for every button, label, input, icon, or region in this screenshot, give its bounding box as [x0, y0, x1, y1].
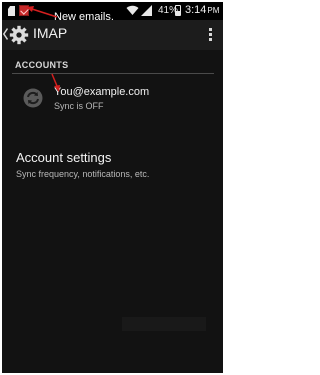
signal-icon — [141, 5, 152, 16]
annotation-arrow-to-account — [51, 73, 60, 92]
sim-card-icon — [8, 6, 15, 16]
annotation-arrow-to-email-icon — [26, 6, 58, 18]
account-settings-item[interactable]: Account settings Sync frequency, notific… — [2, 147, 223, 187]
wifi-icon — [126, 5, 139, 15]
action-bar: IMAP — [2, 20, 223, 50]
clock-time: 3:14 — [185, 4, 207, 16]
account-sync-status: Sync is OFF — [54, 101, 104, 111]
action-bar-title: IMAP — [33, 25, 68, 41]
account-settings-subtitle: Sync frequency, notifications, etc. — [16, 169, 150, 179]
overflow-menu-icon[interactable] — [209, 28, 213, 42]
battery-fill — [176, 11, 180, 15]
account-email: You@example.com — [54, 86, 150, 98]
clock: 3:14PM — [185, 4, 219, 16]
settings-gear-icon[interactable] — [9, 25, 29, 45]
section-divider — [12, 73, 214, 74]
account-list-item[interactable]: You@example.com Sync is OFF — [2, 80, 223, 122]
phone-screen: 41% 3:14PM New emails. IMAP ACCOUNTS You… — [2, 2, 223, 373]
background-shadow-area — [122, 317, 206, 331]
annotation-new-emails-label: New emails. — [54, 11, 114, 23]
sync-off-icon — [23, 88, 43, 108]
battery-icon — [175, 5, 181, 16]
accounts-section-header: ACCOUNTS — [15, 60, 69, 70]
account-settings-title: Account settings — [16, 150, 112, 165]
back-icon[interactable] — [3, 28, 8, 40]
clock-suffix: PM — [207, 6, 220, 15]
